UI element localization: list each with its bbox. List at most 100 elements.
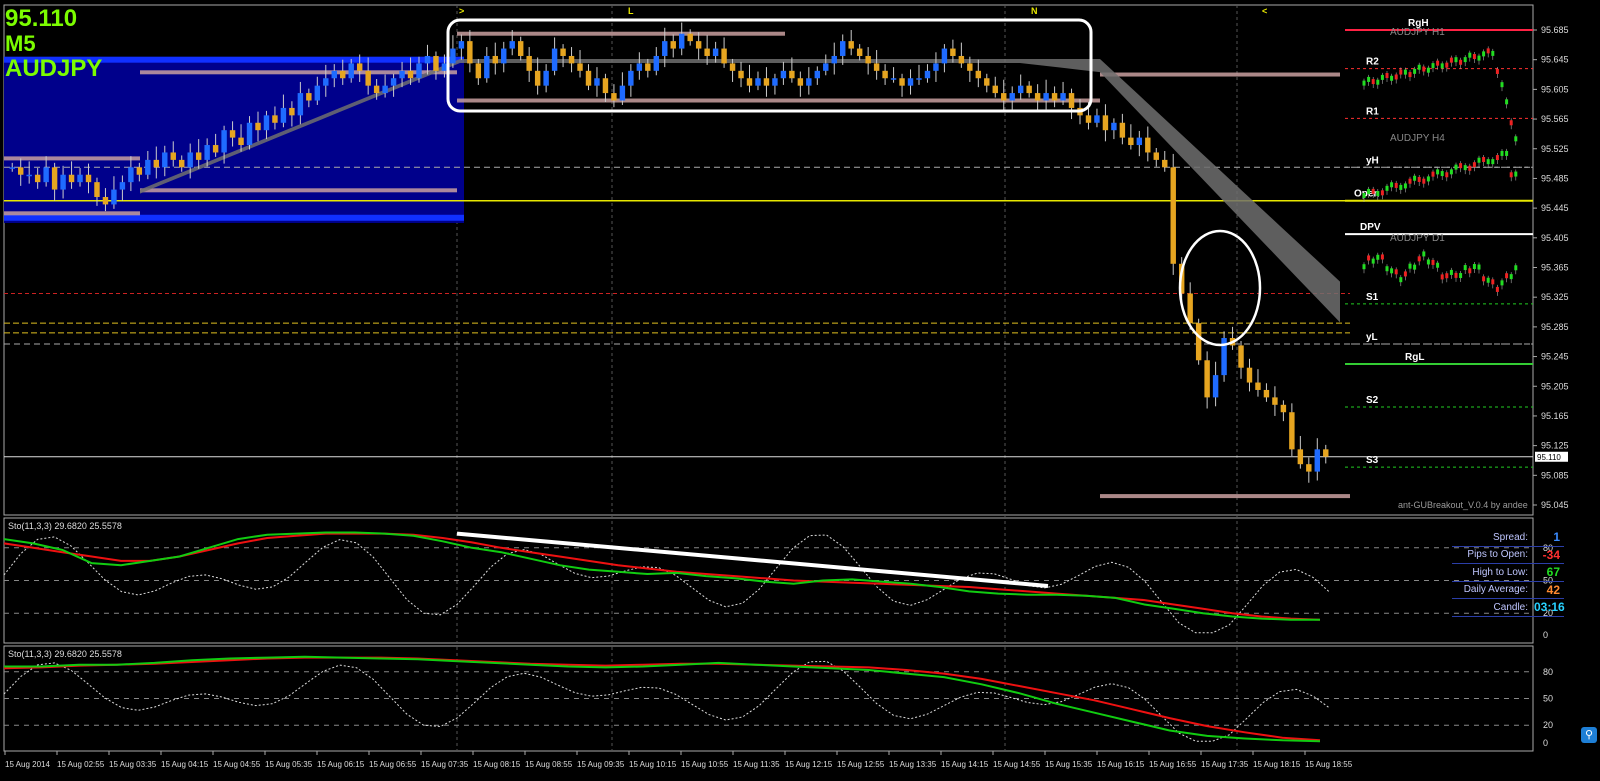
candle-body <box>195 152 202 160</box>
stat-label: Pips to Open: <box>1467 549 1528 561</box>
range-bar <box>4 211 140 216</box>
background-zones <box>4 31 1350 499</box>
symbol: AUDJPY <box>5 55 103 82</box>
candle-body <box>746 78 753 86</box>
x-tick-label: 15 Aug 18:55 <box>1305 760 1353 769</box>
stat-row: Candle: 03:16 <box>1452 599 1565 617</box>
mini-chart-title: AUDJPY H1 <box>1390 27 1445 38</box>
candle-body <box>26 174 32 177</box>
stat-label: High to Low: <box>1472 566 1528 578</box>
candle-body <box>992 85 998 94</box>
candle-body <box>297 93 304 116</box>
candle-body <box>967 63 973 71</box>
candle-body <box>594 78 600 86</box>
mini-candle <box>1376 254 1380 260</box>
mini-candle <box>1385 185 1389 191</box>
candle-body <box>162 152 168 168</box>
mini-candle <box>1403 69 1407 75</box>
mini-candle <box>1422 66 1426 72</box>
candle-body <box>145 159 151 175</box>
candle-body <box>306 93 312 101</box>
price-chart[interactable]: > L N < RgHR2R1yHOpenDPVS1yLRgLS2S3 AUDJPY … <box>0 0 1600 781</box>
mini-candle <box>1454 272 1458 278</box>
candle-body <box>1111 122 1117 131</box>
candle-body <box>1001 93 1007 101</box>
mini-candle <box>1514 265 1518 271</box>
candle-body <box>789 70 795 79</box>
stochastic-2-panel: Sto(11,3,3) 29.6820 25.5578 80 50 20 0 <box>3 649 1553 748</box>
candle-body <box>670 41 676 49</box>
candle-body <box>51 167 58 190</box>
mini-candle <box>1505 99 1509 105</box>
candle-body <box>780 70 787 79</box>
candle-body <box>882 70 888 79</box>
candle-body <box>85 174 92 183</box>
y-tick-label: 95.325 <box>1541 292 1569 302</box>
candle-body <box>907 78 914 86</box>
candle-body <box>873 63 880 71</box>
mini-candle <box>1454 57 1458 63</box>
mini-candle <box>1367 188 1371 194</box>
mini-candle <box>1362 80 1366 86</box>
mini-candle <box>1380 254 1384 260</box>
y-tick-label: 95.685 <box>1541 25 1569 35</box>
candle-body <box>534 70 541 86</box>
mini-candle <box>1403 183 1407 189</box>
sto-level-label: 20 <box>1543 720 1553 730</box>
candle-body <box>111 189 117 205</box>
y-tick-label: 95.445 <box>1541 203 1569 213</box>
candle-body <box>34 174 41 183</box>
candle-body <box>1102 115 1109 131</box>
candle-body <box>695 41 702 49</box>
mini-candle <box>1417 256 1421 262</box>
candle-body <box>204 145 210 160</box>
candle-body <box>611 93 617 101</box>
candle-body <box>1255 382 1261 390</box>
y-tick-label: 95.205 <box>1541 381 1569 391</box>
candle-body <box>170 152 176 160</box>
x-tick-label: 15 Aug 13:35 <box>889 760 937 769</box>
mini-candle <box>1385 73 1389 79</box>
mini-candle <box>1394 269 1398 275</box>
time-axis: 15 Aug 2014 15 Aug 02:55 15 Aug 03:35 15 Au… <box>4 751 1353 769</box>
candle-body <box>577 63 583 71</box>
candle-body <box>1280 404 1287 413</box>
mini-candle <box>1505 150 1509 156</box>
mini-candle <box>1500 82 1504 88</box>
candle-body <box>687 33 693 42</box>
mini-candle <box>1431 259 1435 265</box>
sto-level-label: 0 <box>1543 738 1548 748</box>
pivot-label: S3 <box>1366 455 1379 466</box>
mini-candle <box>1371 188 1375 194</box>
candle-body <box>729 63 736 71</box>
candle-body <box>1026 85 1032 94</box>
x-tick-label: 15 Aug 09:35 <box>577 760 625 769</box>
mini-chart-title: AUDJPY H4 <box>1390 133 1445 144</box>
y-tick-label: 95.285 <box>1541 322 1569 332</box>
mini-candle <box>1482 51 1486 57</box>
mini-candle <box>1413 175 1417 181</box>
candle-body <box>755 78 761 86</box>
stat-row: Spread: 1 <box>1452 529 1564 547</box>
sto-main-line <box>3 531 1320 621</box>
mini-candle <box>1408 72 1412 78</box>
x-tick-label: 15 Aug 04:55 <box>213 760 261 769</box>
candle-body <box>390 78 397 86</box>
candle-body <box>128 167 134 183</box>
chat-icon[interactable]: ⚲ <box>1581 727 1597 743</box>
candle-body <box>441 63 448 71</box>
candle-body <box>543 70 549 86</box>
mini-candle <box>1449 269 1453 275</box>
candle-body <box>950 48 956 56</box>
range-bar <box>1100 494 1350 499</box>
y-tick-label: 95.165 <box>1541 411 1569 421</box>
stat-label: Daily Average: <box>1463 584 1528 596</box>
candle-body <box>407 70 414 79</box>
candle-body <box>238 137 244 146</box>
y-tick-label: 95.125 <box>1541 441 1569 451</box>
sto-level-label: 80 <box>1543 667 1553 677</box>
candle-body <box>1297 449 1304 465</box>
pivot-label: S2 <box>1366 395 1379 406</box>
candle-body <box>517 41 524 56</box>
x-tick-label: 15 Aug 02:55 <box>57 760 105 769</box>
